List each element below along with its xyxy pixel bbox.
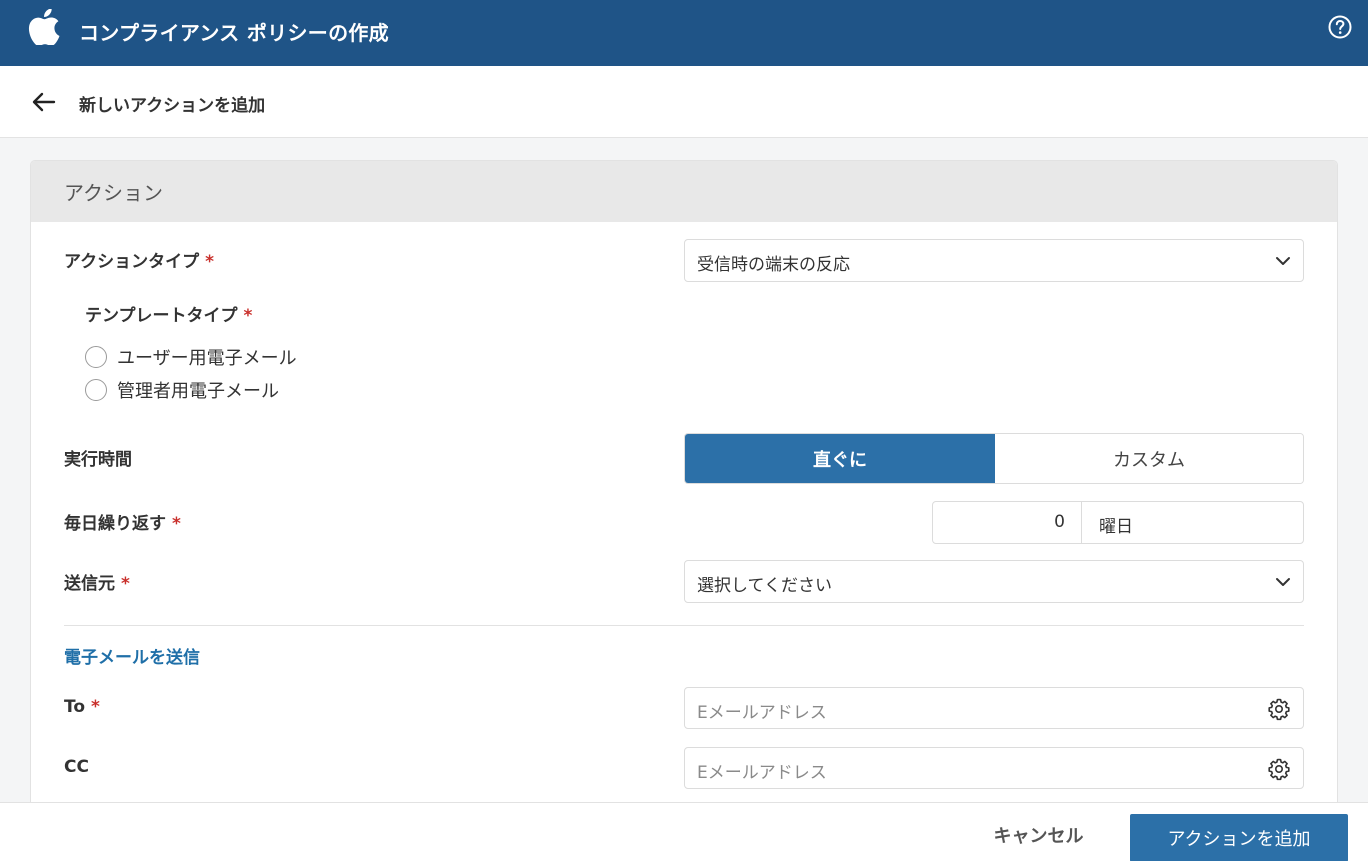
cc-email-field[interactable]: Eメールアドレス <box>684 747 1304 789</box>
to-placeholder: Eメールアドレス <box>697 703 827 723</box>
sender-value: 選択してください <box>697 576 832 596</box>
page-title: コンプライアンス ポリシーの作成 <box>79 21 389 45</box>
required-marker: * <box>121 574 130 594</box>
exec-time-label: 実行時間 <box>64 450 132 470</box>
radio-button[interactable] <box>85 379 107 401</box>
subheader: 新しいアクションを追加 <box>0 66 1368 138</box>
card-header: アクション <box>31 161 1337 222</box>
repeat-daily-label-text: 毎日繰り返す <box>64 514 166 534</box>
subheader-title: 新しいアクションを追加 <box>79 96 266 116</box>
sender-label-text: 送信元 <box>64 574 115 594</box>
required-marker: * <box>172 514 181 534</box>
action-type-label: アクションタイプ * <box>64 247 214 272</box>
chevron-down-icon <box>1276 257 1290 265</box>
radio-label: 管理者用電子メール <box>117 381 279 402</box>
gear-icon[interactable] <box>1267 697 1291 721</box>
footer-bar: キャンセル アクションを追加 <box>0 802 1368 861</box>
action-type-select[interactable]: 受信時の端末の反応 <box>684 239 1304 282</box>
repeat-unit-label: 曜日 <box>1099 517 1133 537</box>
template-type-label: テンプレートタイプ * <box>85 301 252 326</box>
exec-time-toggle: 直ぐに カスタム <box>684 433 1304 484</box>
exec-time-immediate[interactable]: 直ぐに <box>685 434 995 483</box>
exec-time-custom[interactable]: カスタム <box>995 434 1303 483</box>
repeat-daily-field: 0 曜日 <box>932 501 1304 544</box>
action-card: アクション アクションタイプ * 受信時の端末の反応 テンプレートタイプ * ユーザ… <box>30 160 1338 810</box>
sender-label: 送信元 * <box>64 569 130 594</box>
cancel-button[interactable]: キャンセル <box>980 817 1097 853</box>
apple-logo-icon <box>28 9 60 45</box>
email-section-title: 電子メールを送信 <box>64 648 200 668</box>
back-arrow-icon[interactable] <box>30 88 58 116</box>
required-marker: * <box>243 306 253 326</box>
sender-select[interactable]: 選択してください <box>684 560 1304 603</box>
template-type-label-text: テンプレートタイプ <box>85 306 238 326</box>
radio-button[interactable] <box>85 346 107 368</box>
to-label-text: To <box>64 697 86 717</box>
help-icon[interactable] <box>1328 15 1352 39</box>
gear-icon[interactable] <box>1267 757 1291 781</box>
to-label: To * <box>64 697 100 717</box>
card-title: アクション <box>64 181 163 205</box>
radio-label: ユーザー用電子メール <box>117 348 297 369</box>
repeat-daily-label: 毎日繰り返す * <box>64 509 181 534</box>
required-marker: * <box>205 252 215 272</box>
chevron-down-icon <box>1276 578 1290 586</box>
section-divider <box>64 625 1304 626</box>
cc-label: CC <box>64 757 89 777</box>
to-email-field[interactable]: Eメールアドレス <box>684 687 1304 729</box>
app-header: コンプライアンス ポリシーの作成 <box>0 0 1368 66</box>
repeat-count-input[interactable]: 0 <box>933 502 1082 543</box>
radio-admin-email[interactable]: 管理者用電子メール <box>85 377 279 403</box>
required-marker: * <box>91 697 100 717</box>
cc-placeholder: Eメールアドレス <box>697 763 827 783</box>
radio-user-email[interactable]: ユーザー用電子メール <box>85 344 297 370</box>
action-type-value: 受信時の端末の反応 <box>697 255 850 275</box>
action-type-label-text: アクションタイプ <box>64 252 200 272</box>
add-action-button[interactable]: アクションを追加 <box>1130 814 1348 861</box>
